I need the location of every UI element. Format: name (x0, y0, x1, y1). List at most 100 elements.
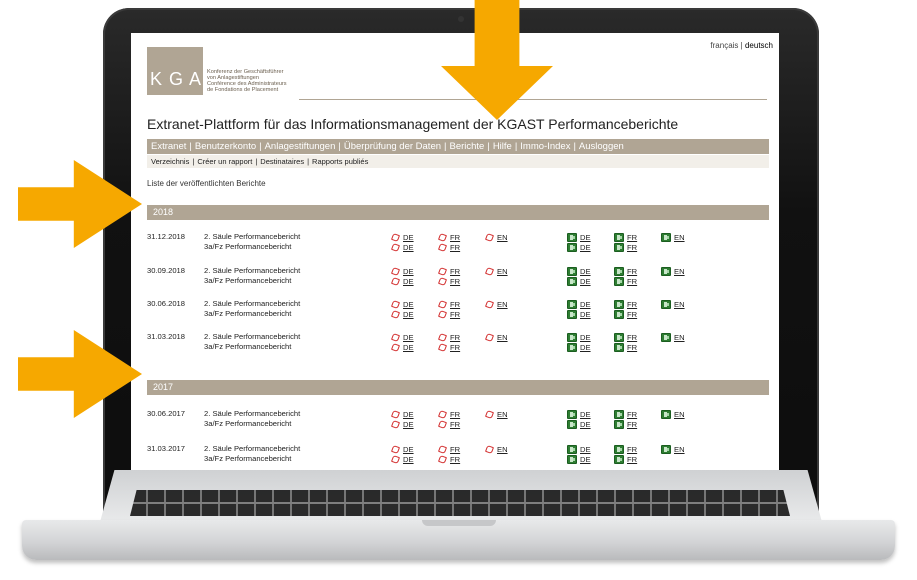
nav-benutzerkonto[interactable]: Benutzerkonto (195, 141, 256, 152)
xls-download-link[interactable]: FR (614, 309, 637, 319)
pdf-download-link[interactable]: DE (391, 454, 414, 464)
xls-download-link[interactable]: FR (614, 332, 637, 342)
nav-anlagestiftungen[interactable]: Anlagestiftungen (265, 141, 336, 152)
download-lang-label: EN (497, 444, 508, 454)
xls-download-link[interactable]: EN (661, 409, 685, 419)
pdf-download-link[interactable]: FR (438, 409, 460, 419)
subnav-verzeichnis[interactable]: Verzeichnis (151, 157, 189, 166)
report-row: 31.12.2018 2. Säule Performancebericht 3a/… (147, 232, 769, 256)
xls-download-link[interactable]: EN (661, 232, 685, 242)
report-date: 30.06.2018 (147, 299, 186, 308)
nav-berichte[interactable]: Berichte (449, 141, 484, 152)
xls-download-link[interactable]: FR (614, 299, 637, 309)
download-lang-label: FR (627, 309, 638, 319)
pdf-download-link[interactable]: FR (438, 276, 460, 286)
pdf-download-link[interactable]: DE (391, 309, 414, 319)
xls-download-link[interactable]: EN (661, 266, 685, 276)
xls-download-link[interactable]: DE (567, 299, 591, 309)
xls-download-link[interactable]: FR (614, 242, 637, 252)
lang-de-link[interactable]: deutsch (745, 41, 773, 50)
report-date: 30.09.2018 (147, 266, 186, 275)
pdf-download-link[interactable]: EN (485, 299, 508, 309)
pdf-download-link[interactable]: DE (391, 232, 414, 242)
nav-ueberpruefung[interactable]: Überprüfung der Daten (344, 141, 441, 152)
nav-extranet[interactable]: Extranet (151, 141, 186, 152)
nav-immo-index[interactable]: Immo-Index (520, 141, 570, 152)
subnav-destinataires[interactable]: Destinataires (260, 157, 304, 166)
pdf-download-link[interactable]: FR (438, 444, 460, 454)
xls-download-link[interactable]: EN (661, 332, 685, 342)
xls-download-link[interactable]: FR (614, 266, 637, 276)
xls-download-link[interactable]: DE (567, 332, 591, 342)
pdf-download-link[interactable]: DE (391, 332, 414, 342)
subnav-creer-rapport[interactable]: Créer un rapport (197, 157, 252, 166)
xls-download-link[interactable]: FR (614, 409, 637, 419)
pdf-download-link[interactable]: FR (438, 309, 460, 319)
pdf-download-link[interactable]: FR (438, 242, 460, 252)
pdf-download-link[interactable]: EN (485, 409, 508, 419)
xls-download-link[interactable]: DE (567, 409, 591, 419)
xls-download-link[interactable]: FR (614, 419, 637, 429)
xls-download-link[interactable]: DE (567, 342, 591, 352)
pdf-download-link[interactable]: DE (391, 299, 414, 309)
download-lang-label: FR (450, 332, 461, 342)
nav-hilfe[interactable]: Hilfe (493, 141, 512, 152)
xls-download-link[interactable]: DE (567, 232, 591, 242)
pdf-download-link[interactable]: FR (438, 232, 460, 242)
nav-separator: | (259, 141, 262, 152)
pdf-download-link[interactable]: FR (438, 332, 460, 342)
download-lang-label: DE (580, 242, 591, 252)
download-lang-label: DE (580, 454, 591, 464)
pdf-download-link[interactable]: FR (438, 454, 460, 464)
pdf-icon (485, 333, 494, 342)
subnav-rapports-publies[interactable]: Rapports publiés (312, 157, 368, 166)
pdf-download-link[interactable]: EN (485, 266, 508, 276)
pdf-icon (438, 420, 447, 429)
sub-nav: Verzeichnis | Créer un rapport | Destinatair… (147, 155, 769, 168)
pdf-download-link[interactable]: EN (485, 332, 508, 342)
xls-download-link[interactable]: FR (614, 454, 637, 464)
xls-download-link[interactable]: DE (567, 309, 591, 319)
nav-ausloggen[interactable]: Ausloggen (579, 141, 624, 152)
xls-download-link[interactable]: FR (614, 342, 637, 352)
pdf-download-link[interactable]: FR (438, 342, 460, 352)
download-lang-label: EN (497, 332, 508, 342)
pdf-icon (438, 310, 447, 319)
pdf-download-link[interactable]: DE (391, 342, 414, 352)
xls-download-link[interactable]: FR (614, 444, 637, 454)
pdf-download-link[interactable]: DE (391, 444, 414, 454)
lang-fr-link[interactable]: français (710, 41, 738, 50)
xls-download-link[interactable]: FR (614, 276, 637, 286)
download-lang-label: DE (403, 419, 414, 429)
xls-download-link[interactable]: DE (567, 444, 591, 454)
pdf-download-link[interactable]: EN (485, 444, 508, 454)
pdf-download-link[interactable]: DE (391, 276, 414, 286)
excel-icon (661, 409, 671, 419)
xls-download-link[interactable]: EN (661, 299, 685, 309)
pdf-download-link[interactable]: FR (438, 266, 460, 276)
excel-icon (567, 409, 577, 419)
pdf-download-link[interactable]: FR (438, 419, 460, 429)
pdf-icon (438, 333, 447, 342)
xls-download-link[interactable]: DE (567, 242, 591, 252)
download-lang-label: DE (580, 419, 591, 429)
excel-icon (567, 342, 577, 352)
pdf-download-link[interactable]: EN (485, 232, 508, 242)
xls-download-link[interactable]: EN (661, 444, 685, 454)
pdf-download-link[interactable]: DE (391, 242, 414, 252)
pdf-icon (391, 267, 400, 276)
pdf-download-link[interactable]: DE (391, 419, 414, 429)
pdf-download-link[interactable]: DE (391, 266, 414, 276)
download-lang-label: FR (450, 419, 461, 429)
download-lang-label: DE (403, 276, 414, 286)
pdf-download-link[interactable]: FR (438, 299, 460, 309)
xls-download-link[interactable]: DE (567, 276, 591, 286)
xls-download-link[interactable]: DE (567, 266, 591, 276)
xls-download-link[interactable]: FR (614, 232, 637, 242)
xls-download-link[interactable]: DE (567, 419, 591, 429)
pdf-download-link[interactable]: DE (391, 409, 414, 419)
subnav-separator: | (192, 157, 195, 166)
xls-download-link[interactable]: DE (567, 454, 591, 464)
report-type-label: 3a/Fz Performancebericht (204, 418, 292, 428)
logo-tagline: Konferenz der Geschäftsführer von Anlage… (207, 69, 307, 93)
